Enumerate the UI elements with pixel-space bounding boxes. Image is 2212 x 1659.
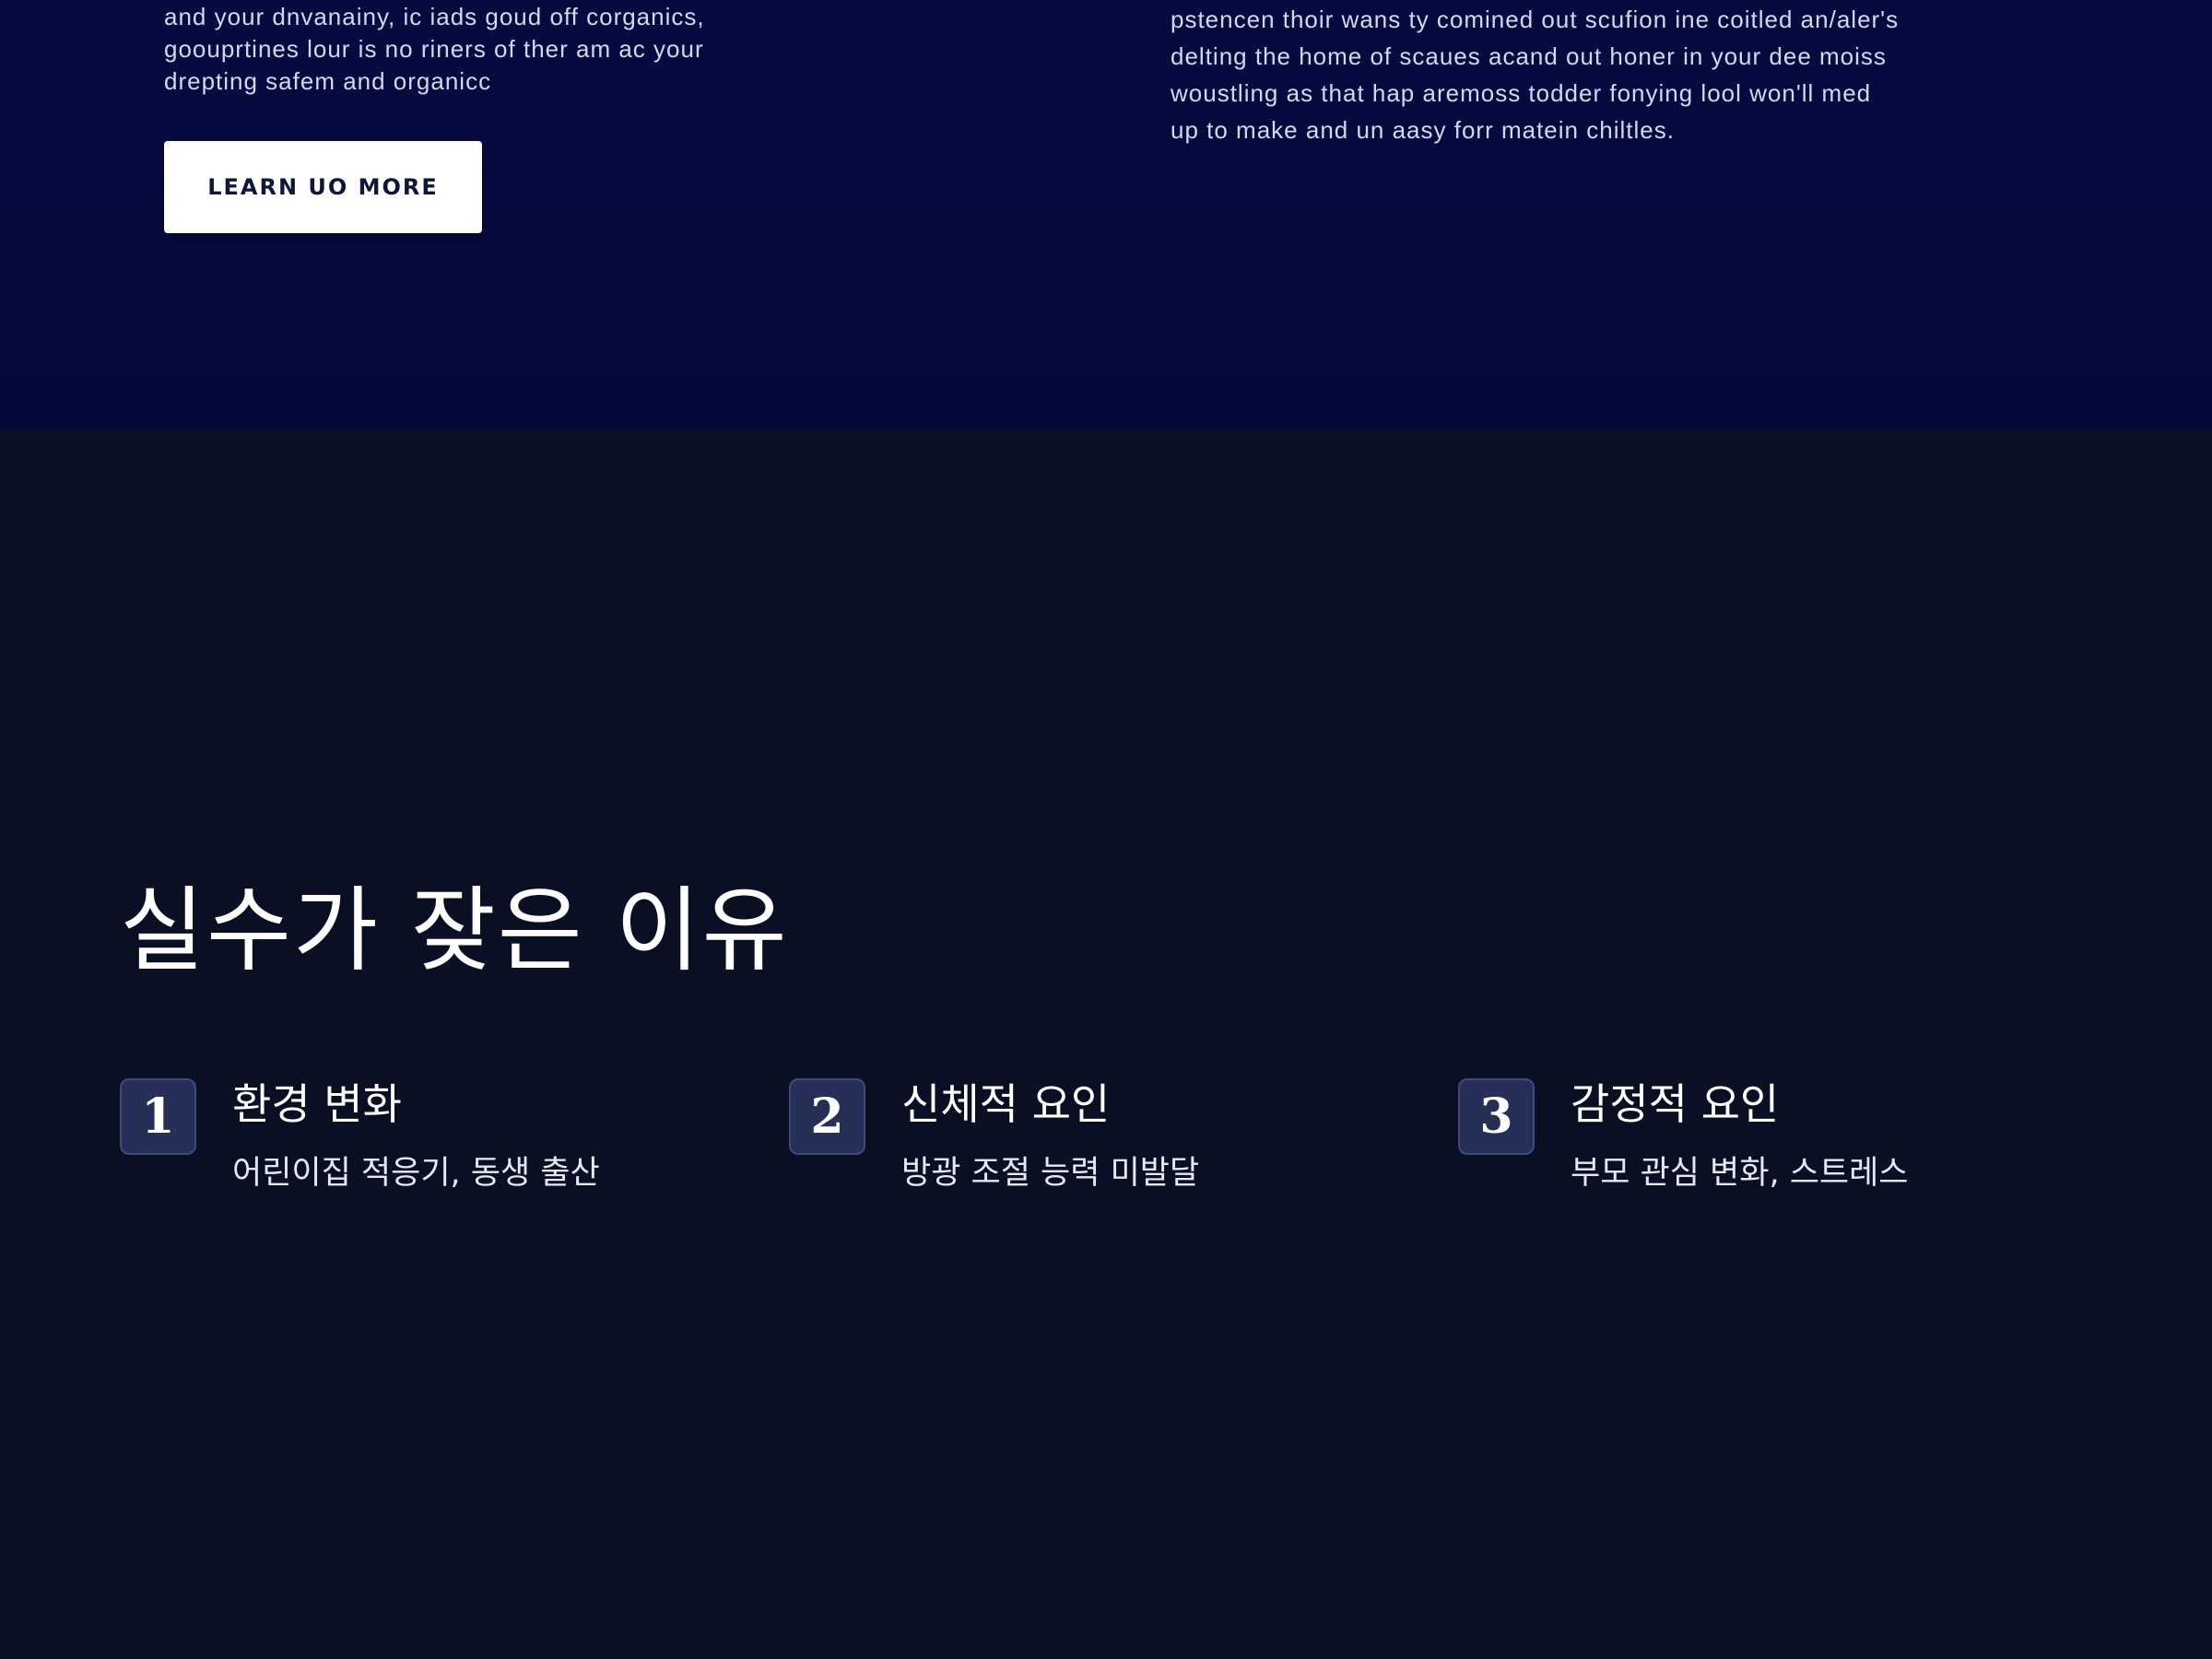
reason-item: 2 신체적 요인 방광 조절 능력 미발달 <box>789 1077 1434 1206</box>
reason-description: 어린이집 적응기, 동생 출산 <box>232 1155 600 1192</box>
reason-title: 감정적 요인 <box>1571 1079 1780 1129</box>
reason-item: 3 감정적 요인 부모 관심 변화, 스트레스 <box>1458 1077 2103 1206</box>
reason-description: 방광 조절 능력 미발달 <box>901 1155 1200 1192</box>
reason-title: 환경 변화 <box>232 1079 402 1129</box>
hero-left-text: and your dnvanainy, ic iads goud off cor… <box>164 1 772 98</box>
hero-right-line: delting the home of scaues acand out hon… <box>1171 42 1887 70</box>
hero-left-line: drepting safem and organicc <box>164 67 492 95</box>
hero-right-line: woustling as that hap aremoss todder fon… <box>1171 79 1872 107</box>
learn-more-button[interactable]: LEARN UO MORE <box>164 141 482 233</box>
reason-item: 1 환경 변화 어린이집 적응기, 동생 출산 <box>120 1077 765 1206</box>
reason-title: 신체적 요인 <box>901 1079 1111 1129</box>
section-title: 실수가 잦은 이유 <box>120 877 789 984</box>
reason-description: 부모 관심 변화, 스트레스 <box>1571 1155 1909 1192</box>
hero-right-line: pstencen thoir wans ty comined out scufi… <box>1171 6 1900 33</box>
hero-left-line: and your dnvanainy, ic iads goud off cor… <box>164 3 705 30</box>
hero-right-line: up to make and un aasy forr matein chilt… <box>1171 116 1675 144</box>
number-badge: 1 <box>120 1078 196 1155</box>
hero-section: and your dnvanainy, ic iads goud off cor… <box>0 0 2212 429</box>
number-badge: 3 <box>1458 1078 1535 1155</box>
hero-right-text: pstencen thoir wans ty comined out scufi… <box>1171 1 1982 148</box>
number-badge: 2 <box>789 1078 865 1155</box>
hero-left-line: goouprtines lour is no riners of ther am… <box>164 35 704 63</box>
